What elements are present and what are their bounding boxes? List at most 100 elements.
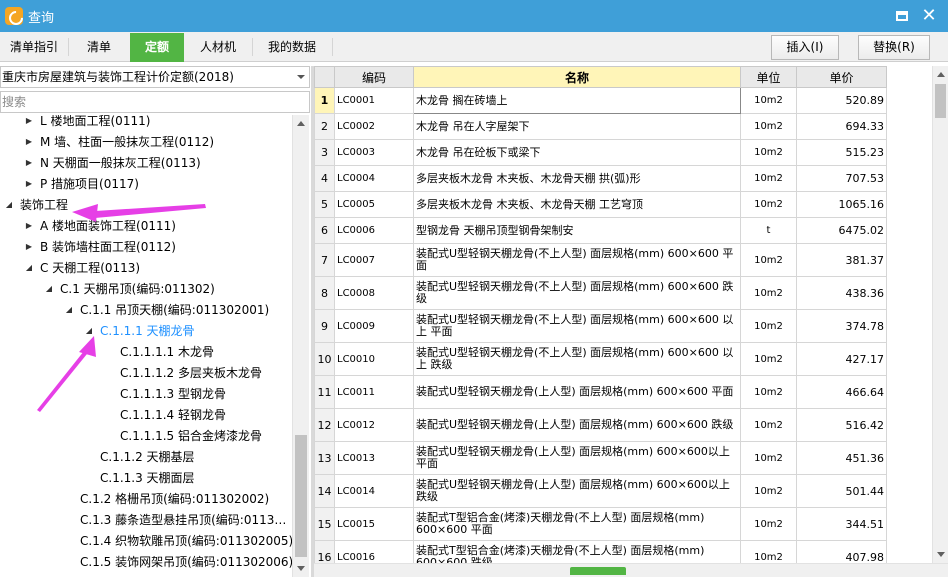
collapse-icon[interactable]: ◢ bbox=[24, 258, 34, 278]
code-cell[interactable]: LC0002 bbox=[334, 113, 414, 140]
price-cell[interactable]: 451.36 bbox=[796, 441, 887, 475]
name-cell[interactable]: 装配式T型铝合金(烤漆)天棚龙骨(不上人型) 面层规格(mm) 600×600 … bbox=[413, 507, 741, 541]
scroll-down-icon[interactable] bbox=[297, 566, 305, 571]
tree-item[interactable]: ◢ C 天棚工程(0113) bbox=[0, 258, 292, 278]
maximize-icon[interactable] bbox=[891, 5, 913, 27]
tab-my-data[interactable]: 我的数据 bbox=[252, 33, 332, 62]
name-cell[interactable]: 装配式U型轻钢天棚龙骨(上人型) 面层规格(mm) 600×600以上 平面 bbox=[413, 441, 741, 475]
row-number[interactable]: 13 bbox=[314, 441, 335, 475]
table-row[interactable]: 5 LC0005 多层夹板木龙骨 木夹板、木龙骨天棚 工艺穹顶 10m2 1065.16 bbox=[314, 191, 887, 218]
row-number[interactable]: 4 bbox=[314, 165, 335, 192]
table-row[interactable]: 2 LC0002 木龙骨 吊在人字屋架下 10m2 694.33 bbox=[314, 113, 887, 140]
price-cell[interactable]: 344.51 bbox=[796, 507, 887, 541]
price-cell[interactable]: 515.23 bbox=[796, 139, 887, 166]
expand-icon[interactable]: ▶ bbox=[24, 174, 34, 194]
table-row[interactable]: 13 LC0013 装配式U型轻钢天棚龙骨(上人型) 面层规格(mm) 600×60… bbox=[314, 441, 887, 475]
name-cell[interactable]: 装配式U型轻钢天棚龙骨(不上人型) 面层规格(mm) 600×600 以上 跌级 bbox=[413, 342, 741, 376]
code-cell[interactable]: LC0007 bbox=[334, 243, 414, 277]
name-cell[interactable]: 多层夹板木龙骨 木夹板、木龙骨天棚 工艺穹顶 bbox=[413, 191, 741, 218]
tree-item[interactable]: C.1.1.1.2 多层夹板木龙骨 bbox=[0, 363, 292, 383]
unit-cell[interactable]: 10m2 bbox=[740, 191, 797, 218]
code-cell[interactable]: LC0008 bbox=[334, 276, 414, 310]
name-cell[interactable]: 多层夹板木龙骨 木夹板、木龙骨天棚 拱(弧)形 bbox=[413, 165, 741, 192]
insert-button[interactable]: 插入(I) bbox=[771, 35, 839, 60]
expand-icon[interactable]: ▶ bbox=[24, 237, 34, 257]
tab-bill-guide[interactable]: 清单指引 bbox=[0, 33, 68, 62]
row-number[interactable]: 1 bbox=[314, 87, 335, 114]
scroll-thumb[interactable] bbox=[295, 435, 307, 557]
tab-quota[interactable]: 定额 bbox=[130, 33, 184, 62]
unit-cell[interactable]: 10m2 bbox=[740, 139, 797, 166]
price-cell[interactable]: 381.37 bbox=[796, 243, 887, 277]
row-number[interactable]: 12 bbox=[314, 408, 335, 442]
unit-cell[interactable]: 10m2 bbox=[740, 474, 797, 508]
tree-item[interactable]: C.1.1.3 天棚面层 bbox=[0, 468, 292, 488]
name-cell[interactable]: 木龙骨 吊在砼板下或梁下 bbox=[413, 139, 741, 166]
chevron-down-icon[interactable] bbox=[297, 75, 305, 79]
table-row[interactable]: 11 LC0011 装配式U型轻钢天棚龙骨(上人型) 面层规格(mm) 600×60… bbox=[314, 375, 887, 409]
name-cell[interactable]: 装配式U型轻钢天棚龙骨(不上人型) 面层规格(mm) 600×600 跌级 bbox=[413, 276, 741, 310]
tree-item[interactable]: C.1.1.2 天棚基层 bbox=[0, 447, 292, 467]
tree-item[interactable]: ◢ C.1 天棚吊顶(编码:011302) bbox=[0, 279, 292, 299]
tree-item[interactable]: C.1.4 织物软雕吊顶(编码:011302005) bbox=[0, 531, 292, 551]
name-cell[interactable]: 装配式U型轻钢天棚龙骨(不上人型) 面层规格(mm) 600×600 平面 bbox=[413, 243, 741, 277]
code-cell[interactable]: LC0011 bbox=[334, 375, 414, 409]
unit-cell[interactable]: 10m2 bbox=[740, 507, 797, 541]
name-cell[interactable]: 装配式U型轻钢天棚龙骨(不上人型) 面层规格(mm) 600×600 以上 平面 bbox=[413, 309, 741, 343]
unit-cell[interactable]: 10m2 bbox=[740, 243, 797, 277]
unit-cell[interactable]: 10m2 bbox=[740, 87, 797, 114]
scroll-thumb[interactable] bbox=[935, 84, 946, 118]
collapse-handle[interactable] bbox=[570, 567, 626, 575]
table-row[interactable]: 1 LC0001 木龙骨 搁在砖墙上 10m2 520.89 bbox=[314, 87, 887, 114]
table-row[interactable]: 12 LC0012 装配式U型轻钢天棚龙骨(上人型) 面层规格(mm) 600×60… bbox=[314, 408, 887, 442]
collapse-icon[interactable]: ◢ bbox=[44, 279, 54, 299]
table-row[interactable]: 9 LC0009 装配式U型轻钢天棚龙骨(不上人型) 面层规格(mm) 600×60… bbox=[314, 309, 887, 343]
code-cell[interactable]: LC0003 bbox=[334, 139, 414, 166]
unit-cell[interactable]: t bbox=[740, 217, 797, 244]
row-number[interactable]: 9 bbox=[314, 309, 335, 343]
code-cell[interactable]: LC0015 bbox=[334, 507, 414, 541]
row-number[interactable]: 3 bbox=[314, 139, 335, 166]
table-row[interactable]: 7 LC0007 装配式U型轻钢天棚龙骨(不上人型) 面层规格(mm) 600×60… bbox=[314, 243, 887, 277]
tree-item[interactable]: ◢ C.1.1 吊顶天棚(编码:011302001) bbox=[0, 300, 292, 320]
table-row[interactable]: 6 LC0006 型钢龙骨 天棚吊顶型钢骨架制安 t 6475.02 bbox=[314, 217, 887, 244]
tree-item[interactable]: ▶ B 装饰墙柱面工程(0112) bbox=[0, 237, 292, 257]
table-row[interactable]: 8 LC0008 装配式U型轻钢天棚龙骨(不上人型) 面层规格(mm) 600×60… bbox=[314, 276, 887, 310]
unit-cell[interactable]: 10m2 bbox=[740, 408, 797, 442]
name-cell[interactable]: 装配式U型轻钢天棚龙骨(上人型) 面层规格(mm) 600×600 平面 bbox=[413, 375, 741, 409]
unit-cell[interactable]: 10m2 bbox=[740, 276, 797, 310]
tree-item[interactable]: ▶ N 天棚面一般抹灰工程(0113) bbox=[0, 153, 292, 173]
name-cell[interactable]: 装配式U型轻钢天棚龙骨(上人型) 面层规格(mm) 600×600以上 跌级 bbox=[413, 474, 741, 508]
name-header[interactable]: 名称 bbox=[413, 66, 741, 88]
table-row[interactable]: 15 LC0015 装配式T型铝合金(烤漆)天棚龙骨(不上人型) 面层规格(mm) … bbox=[314, 507, 887, 541]
tree-item[interactable]: C.1.5 装饰网架吊顶(编码:011302006) bbox=[0, 552, 292, 572]
price-cell[interactable]: 1065.16 bbox=[796, 191, 887, 218]
row-number[interactable]: 14 bbox=[314, 474, 335, 508]
expand-icon[interactable]: ▶ bbox=[24, 153, 34, 173]
row-number[interactable]: 5 bbox=[314, 191, 335, 218]
unit-cell[interactable]: 10m2 bbox=[740, 113, 797, 140]
price-cell[interactable]: 694.33 bbox=[796, 113, 887, 140]
expand-icon[interactable]: ▶ bbox=[24, 132, 34, 152]
price-cell[interactable]: 520.89 bbox=[796, 87, 887, 114]
scroll-up-icon[interactable] bbox=[937, 72, 945, 77]
replace-button[interactable]: 替换(R) bbox=[858, 35, 930, 60]
price-header[interactable]: 单价 bbox=[796, 66, 887, 88]
name-cell[interactable]: 木龙骨 搁在砖墙上 bbox=[413, 87, 741, 114]
name-cell[interactable]: 木龙骨 吊在人字屋架下 bbox=[413, 113, 741, 140]
unit-cell[interactable]: 10m2 bbox=[740, 309, 797, 343]
code-cell[interactable]: LC0010 bbox=[334, 342, 414, 376]
tab-bill[interactable]: 清单 bbox=[68, 33, 130, 62]
tree-item[interactable]: ▶ A 楼地面装饰工程(0111) bbox=[0, 216, 292, 236]
code-cell[interactable]: LC0006 bbox=[334, 217, 414, 244]
table-row[interactable]: 10 LC0010 装配式U型轻钢天棚龙骨(不上人型) 面层规格(mm) 600×6… bbox=[314, 342, 887, 376]
price-cell[interactable]: 6475.02 bbox=[796, 217, 887, 244]
tree-item[interactable]: C.1.2 格栅吊顶(编码:011302002) bbox=[0, 489, 292, 509]
row-number[interactable]: 6 bbox=[314, 217, 335, 244]
tree-item[interactable]: C.1.3 藤条造型悬挂吊顶(编码:0113… bbox=[0, 510, 292, 530]
unit-cell[interactable]: 10m2 bbox=[740, 165, 797, 192]
price-cell[interactable]: 374.78 bbox=[796, 309, 887, 343]
unit-cell[interactable]: 10m2 bbox=[740, 441, 797, 475]
tree-item[interactable]: C.1.1.1.5 铝合金烤漆龙骨 bbox=[0, 426, 292, 446]
collapse-icon[interactable]: ◢ bbox=[64, 300, 74, 320]
